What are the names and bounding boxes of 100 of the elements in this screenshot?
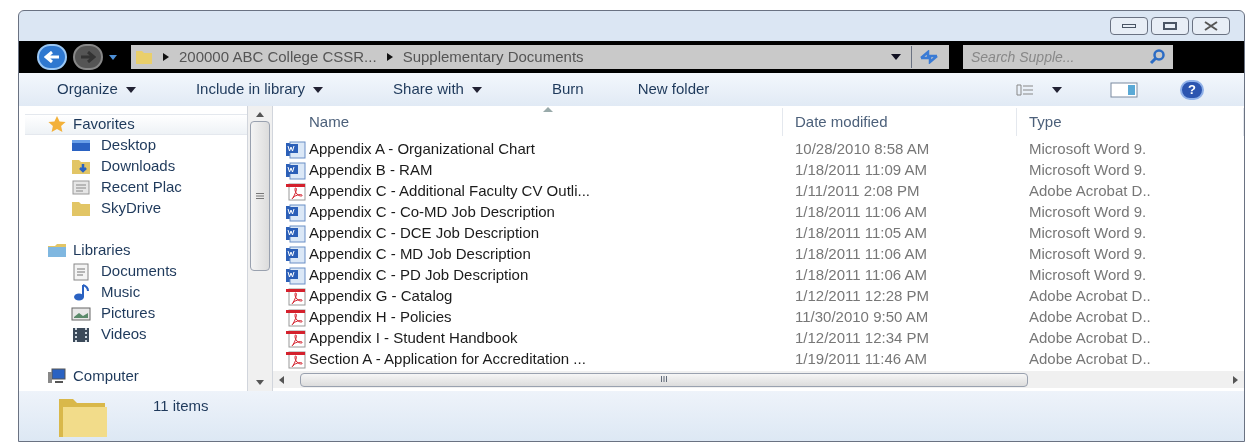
- toolbar-button[interactable]: Organize: [57, 78, 136, 101]
- file-name[interactable]: Appendix G - Catalog: [309, 285, 453, 308]
- file-name[interactable]: Appendix C - MD Job Description: [309, 243, 531, 266]
- dropdown-arrow-icon[interactable]: [891, 54, 901, 60]
- grip-icon: III: [660, 375, 668, 384]
- file-name[interactable]: Appendix C - DCE Job Description: [309, 222, 540, 245]
- navigation-group[interactable]: Favorites: [25, 114, 247, 135]
- minimize-button[interactable]: [1110, 17, 1148, 35]
- preview-pane-icon: [1110, 81, 1138, 98]
- word-document-icon: [285, 224, 307, 243]
- type-cell-text: Adobe Acrobat D..: [1028, 307, 1152, 328]
- scroll-right-icon[interactable]: [1233, 375, 1238, 384]
- music-note-icon: [71, 282, 91, 303]
- date-cell-text: 1/18/2011 11:05 AM: [794, 223, 929, 244]
- column-header[interactable]: Date modified: [783, 108, 1017, 136]
- date-cell-text: 11/30/2010 9:50 AM: [794, 307, 930, 328]
- scroll-left-icon[interactable]: [279, 375, 284, 384]
- file-name[interactable]: Appendix B - RAM: [309, 159, 433, 182]
- date-cell-text: 1/18/2011 11:06 AM: [794, 202, 929, 223]
- sort-arrow-icon: [543, 107, 553, 112]
- forward-button[interactable]: [73, 44, 103, 70]
- horizontal-scrollbar[interactable]: III: [273, 371, 1244, 388]
- date-cell-text: 1/19/2011 11:46 AM: [794, 349, 929, 370]
- type-cell-text: Adobe Acrobat D..: [1028, 286, 1152, 307]
- word-document-icon: [285, 266, 307, 285]
- pdf-document-icon: [285, 350, 307, 369]
- word-document-icon: [285, 140, 307, 159]
- date-cell-text: 1/12/2011 12:28 PM: [794, 286, 930, 307]
- file-name[interactable]: Section A - Application for Accreditation ...: [309, 348, 586, 371]
- close-icon: [1203, 21, 1219, 31]
- word-document-icon: [285, 203, 307, 222]
- date-cell-text: 1/18/2011 11:09 AM: [794, 160, 929, 181]
- scroll-up-icon[interactable]: [256, 112, 264, 117]
- file-name[interactable]: Appendix I - Student Handbook: [309, 327, 518, 350]
- toolbar-button[interactable]: Burn: [551, 78, 584, 101]
- navigation-item[interactable]: Documents: [25, 261, 247, 282]
- column-header[interactable]: Type: [1017, 108, 1244, 136]
- breadcrumb-link[interactable]: Supplementary Documents: [402, 45, 584, 69]
- pdf-document-icon: [285, 182, 307, 201]
- type-cell-text: Microsoft Word 9.: [1028, 265, 1148, 286]
- address-bar[interactable]: 200000 ABC College CSSR... Supplementary Documents: [131, 45, 949, 69]
- scroll-down-icon[interactable]: [256, 380, 264, 385]
- folder-icon: [135, 49, 153, 65]
- document-icon: [71, 261, 91, 282]
- navigation-item[interactable]: Desktop: [25, 135, 247, 156]
- caret-icon: [471, 86, 482, 93]
- type-cell-text: Microsoft Word 9.: [1028, 160, 1148, 181]
- vertical-scrollbar[interactable]: [247, 106, 273, 391]
- recent-places-icon: [71, 177, 91, 198]
- file-name[interactable]: Appendix H - Policies: [309, 306, 452, 329]
- search-icon: [1149, 49, 1165, 65]
- navigation-item[interactable]: Pictures: [25, 303, 247, 324]
- toolbar-button[interactable]: Include in library: [195, 78, 324, 101]
- pdf-document-icon: [285, 329, 307, 348]
- star-icon: [47, 114, 67, 135]
- pdf-document-icon: [285, 308, 307, 327]
- date-cell-text: 1/18/2011 11:06 AM: [794, 265, 929, 286]
- navigation-item[interactable]: Videos: [25, 324, 247, 345]
- file-name[interactable]: Appendix C - Additional Faculty CV Outli...: [309, 180, 590, 203]
- refresh-icon: [918, 50, 939, 64]
- type-cell-text: Adobe Acrobat D..: [1028, 328, 1152, 349]
- file-name[interactable]: Appendix C - PD Job Description: [309, 264, 529, 287]
- scroll-thumb[interactable]: [250, 121, 270, 271]
- file-name[interactable]: Appendix C - Co-MD Job Description: [309, 201, 555, 224]
- type-cell-text: Microsoft Word 9.: [1028, 139, 1148, 160]
- item-count: 11 items: [153, 396, 209, 416]
- navigation-group[interactable]: Computer: [25, 366, 247, 387]
- caret-icon: [1052, 86, 1062, 93]
- caret-icon: [125, 86, 136, 93]
- maximize-button[interactable]: [1151, 17, 1189, 35]
- navigation-group[interactable]: Libraries: [25, 240, 247, 261]
- chevron-icon[interactable]: [386, 53, 393, 61]
- file-name[interactable]: Appendix A - Organizational Chart: [309, 138, 535, 161]
- caret-icon: [313, 86, 324, 93]
- close-button[interactable]: [1192, 17, 1230, 35]
- chevron-icon[interactable]: [163, 53, 169, 61]
- scroll-thumb[interactable]: III: [300, 372, 1028, 387]
- help-button[interactable]: ?: [1180, 79, 1204, 100]
- arrow-left-icon: [44, 51, 60, 63]
- type-cell-text: Adobe Acrobat D..: [1028, 349, 1152, 370]
- navigation-item[interactable]: Recent Plac: [25, 177, 247, 198]
- preview-pane-button[interactable]: [1110, 81, 1138, 98]
- view-options-button[interactable]: [1016, 83, 1062, 96]
- date-cell-text: 1/18/2011 11:06 AM: [794, 244, 929, 265]
- search-field[interactable]: Search Supple...: [963, 45, 1173, 69]
- type-cell-text: Adobe Acrobat D..: [1028, 181, 1152, 202]
- navigation-item[interactable]: Downloads: [25, 156, 247, 177]
- date-cell-text: 1/11/2011 2:08 PM: [794, 181, 921, 202]
- navigation-item[interactable]: SkyDrive: [25, 198, 247, 219]
- breadcrumb-link[interactable]: 200000 ABC College CSSR...: [179, 45, 377, 69]
- pdf-document-icon: [285, 287, 307, 306]
- navigation-item[interactable]: Music: [25, 282, 247, 303]
- toolbar-button[interactable]: Share with: [393, 78, 482, 101]
- back-button[interactable]: [37, 44, 67, 70]
- type-cell-text: Microsoft Word 9.: [1028, 244, 1148, 265]
- dropdown-arrow-icon[interactable]: [109, 54, 117, 60]
- word-document-icon: [285, 161, 307, 180]
- toolbar-button[interactable]: New folder: [637, 78, 710, 101]
- arrow-right-icon: [80, 51, 96, 63]
- word-document-icon: [285, 245, 307, 264]
